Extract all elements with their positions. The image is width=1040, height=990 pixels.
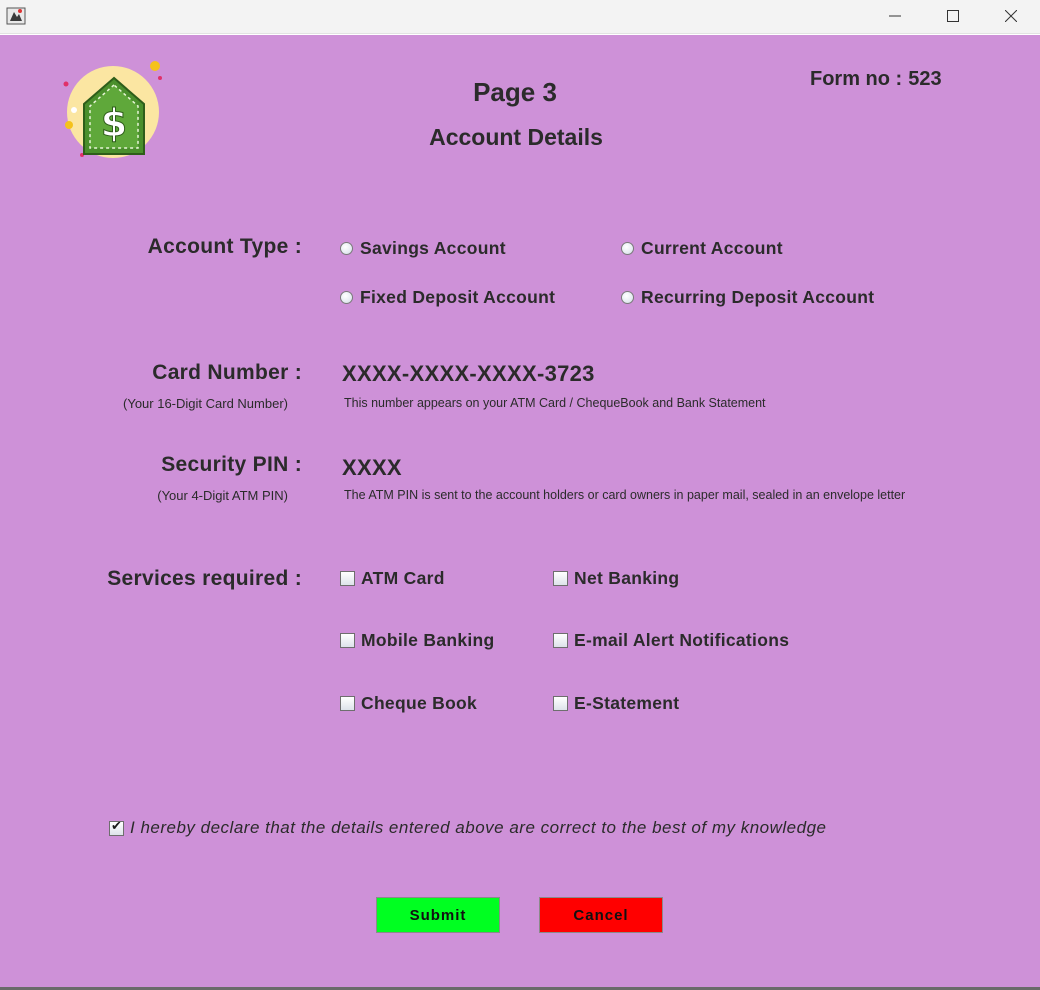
security-pin-value: XXXX bbox=[342, 455, 402, 480]
minimize-icon bbox=[889, 15, 901, 17]
radio-label: Fixed Deposit Account bbox=[360, 287, 556, 307]
form-number: Form no :523 bbox=[810, 68, 942, 91]
checkbox-label: Mobile Banking bbox=[361, 630, 495, 650]
services-required-label: Services required : bbox=[107, 567, 302, 590]
card-number-note: This number appears on your ATM Card / C… bbox=[344, 396, 766, 410]
checkbox[interactable] bbox=[340, 633, 355, 648]
radio-button[interactable] bbox=[621, 242, 634, 255]
page-title: Page 3 bbox=[473, 77, 557, 107]
title-bar bbox=[0, 0, 1040, 34]
security-pin-note: The ATM PIN is sent to the account holde… bbox=[344, 488, 906, 502]
account-type-label: Account Type : bbox=[147, 235, 302, 258]
declaration-checkbox[interactable] bbox=[109, 819, 124, 836]
minimize-button[interactable] bbox=[866, 0, 924, 32]
radio-button[interactable] bbox=[621, 291, 634, 304]
checkbox-label: Cheque Book bbox=[361, 693, 478, 713]
declaration-checkbox-row[interactable]: I hereby declare that the details entere… bbox=[109, 818, 827, 838]
checkbox-mobile-banking[interactable]: Mobile Banking bbox=[340, 630, 495, 651]
form-number-label: Form no : bbox=[810, 68, 903, 90]
java-app-icon bbox=[6, 7, 26, 25]
form-number-value: 523 bbox=[908, 68, 942, 90]
checkbox[interactable] bbox=[553, 571, 568, 586]
checkbox[interactable] bbox=[340, 696, 355, 711]
checkbox-e-statement[interactable]: E-Statement bbox=[553, 693, 679, 714]
close-icon bbox=[1005, 10, 1017, 22]
maximize-button[interactable] bbox=[924, 0, 982, 32]
checkbox-label: E-Statement bbox=[574, 693, 680, 713]
checkbox-label: E-mail Alert Notifications bbox=[574, 630, 790, 650]
security-pin-label: Security PIN : bbox=[161, 453, 302, 476]
checkbox[interactable] bbox=[553, 633, 568, 648]
security-pin-hint: (Your 4-Digit ATM PIN) bbox=[157, 488, 288, 503]
radio-savings-account[interactable]: Savings Account bbox=[340, 238, 506, 259]
submit-button[interactable]: Submit bbox=[376, 897, 500, 933]
dollar-house-icon: $ bbox=[63, 61, 162, 158]
radio-label: Recurring Deposit Account bbox=[641, 287, 875, 307]
radio-recurring-deposit-account[interactable]: Recurring Deposit Account bbox=[621, 287, 874, 308]
checkbox-net-banking[interactable]: Net Banking bbox=[553, 568, 679, 589]
card-number-label: Card Number : bbox=[152, 361, 302, 384]
radio-current-account[interactable]: Current Account bbox=[621, 238, 783, 259]
checkbox[interactable] bbox=[553, 696, 568, 711]
radio-button[interactable] bbox=[340, 242, 353, 255]
radio-label: Savings Account bbox=[360, 238, 506, 258]
radio-fixed-deposit-account[interactable]: Fixed Deposit Account bbox=[340, 287, 555, 308]
card-number-hint: (Your 16-Digit Card Number) bbox=[123, 396, 288, 411]
checkbox-label: Net Banking bbox=[574, 568, 680, 588]
cancel-button[interactable]: Cancel bbox=[539, 897, 663, 933]
checkbox-atm-card[interactable]: ATM Card bbox=[340, 568, 445, 589]
maximize-icon bbox=[947, 10, 959, 22]
declaration-text: I hereby declare that the details entere… bbox=[130, 818, 827, 837]
checkbox-email-alert-notifications[interactable]: E-mail Alert Notifications bbox=[553, 630, 789, 651]
form-panel: $ Page 3 Account Details Form no :523 Ac… bbox=[0, 35, 1040, 987]
close-button[interactable] bbox=[982, 0, 1040, 32]
checkbox-cheque-book[interactable]: Cheque Book bbox=[340, 693, 477, 714]
page-subtitle: Account Details bbox=[429, 124, 603, 150]
checkbox-label: ATM Card bbox=[361, 568, 445, 588]
radio-button[interactable] bbox=[340, 291, 353, 304]
svg-text:$: $ bbox=[101, 101, 127, 145]
card-number-value: XXXX-XXXX-XXXX-3723 bbox=[342, 361, 595, 386]
checkbox[interactable] bbox=[340, 571, 355, 586]
radio-label: Current Account bbox=[641, 238, 783, 258]
